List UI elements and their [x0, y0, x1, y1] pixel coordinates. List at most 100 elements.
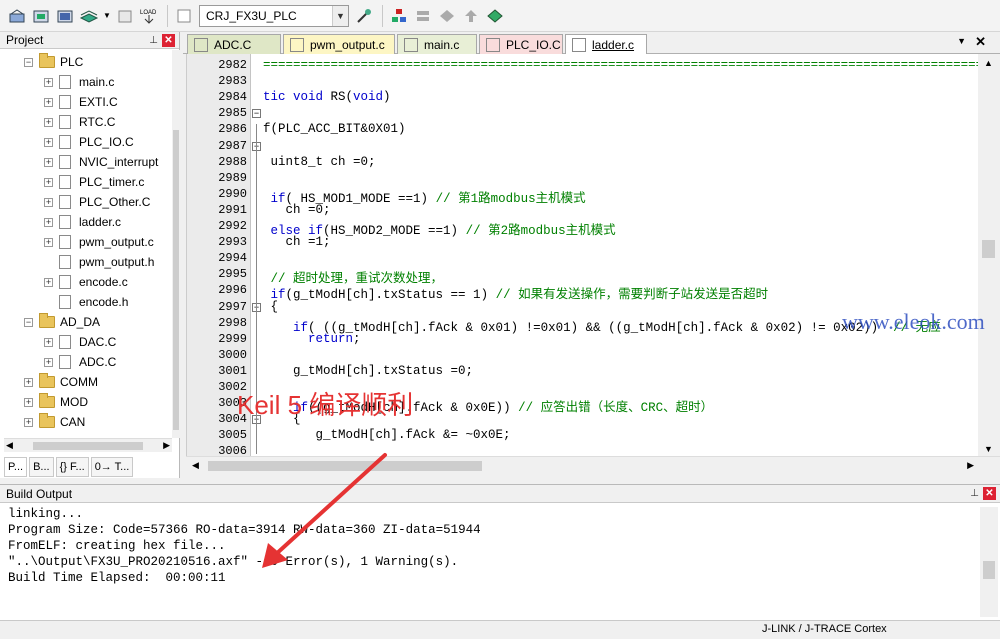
line-number: 2992 [218, 219, 247, 233]
build-output-pane: Build Output ⊥ ✕ linking... Program Size:… [0, 484, 1000, 620]
editor-tab[interactable]: pwm_output.c [283, 34, 395, 54]
dropdown-arrow-icon[interactable]: ▼ [102, 5, 112, 27]
line-number: 3001 [218, 363, 247, 378]
close-icon[interactable]: ✕ [983, 487, 996, 500]
code-line: tic void RS(void) [263, 90, 391, 105]
file-icon [290, 37, 304, 52]
collapse-icon[interactable]: − [24, 317, 33, 327]
pack-installer-icon[interactable] [412, 5, 434, 27]
scrollbar-thumb[interactable] [208, 461, 482, 471]
load-icon[interactable]: LOAD [138, 5, 160, 27]
code-line: uint8_t ch =0; [263, 154, 376, 169]
tree-item-label: AD_DA [60, 315, 101, 329]
tree-file[interactable]: + ADC.C [44, 352, 116, 372]
chevron-down-icon[interactable]: ▼ [984, 444, 993, 454]
tree-file[interactable]: + NVIC_interrupt [44, 152, 158, 172]
target-options-icon[interactable] [353, 5, 375, 27]
line-number: 2999 [218, 331, 247, 346]
expand-icon[interactable]: + [44, 217, 53, 227]
build-icon[interactable] [30, 5, 52, 27]
project-tree-scrollbar[interactable] [172, 50, 180, 438]
tree-file[interactable]: + PLC_Other.C [44, 192, 150, 212]
tree-file[interactable]: + PLC_IO.C [44, 132, 134, 152]
tree-file[interactable]: + EXTI.C [44, 92, 118, 112]
component-icon[interactable] [484, 5, 506, 27]
tree-file[interactable]: + main.c [44, 72, 114, 92]
file-icon [59, 275, 71, 289]
expand-icon[interactable]: + [44, 117, 53, 127]
tree-folder[interactable]: + CAN [24, 412, 85, 432]
expand-icon[interactable]: + [44, 197, 53, 207]
file-icon [59, 135, 71, 149]
chevron-up-icon[interactable]: ▲ [984, 58, 993, 68]
expand-icon[interactable]: + [44, 277, 53, 287]
tree-folder[interactable]: − AD_DA [24, 312, 100, 332]
expand-icon[interactable]: + [24, 397, 33, 407]
close-icon[interactable]: ✕ [975, 34, 986, 50]
chevron-left-icon[interactable]: ◀ [192, 460, 199, 471]
tree-item-label: PLC_Other.C [79, 195, 151, 209]
target-select[interactable]: CRJ_FX3U_PLC ▼ [199, 4, 349, 27]
expand-icon[interactable]: + [44, 157, 53, 167]
chevron-left-icon[interactable]: ◀ [6, 440, 13, 451]
pin-icon[interactable]: ⊥ [970, 488, 979, 499]
project-tree-hscrollbar[interactable]: ◀ ▶ [4, 438, 172, 452]
code-vertical-scrollbar[interactable]: ▲ ▼ [978, 54, 1000, 458]
line-number: 2995 [218, 267, 247, 282]
tab-books[interactable]: B... [29, 457, 54, 477]
expand-icon[interactable]: + [44, 77, 53, 87]
tree-file[interactable]: + ladder.c [44, 212, 121, 232]
status-bar: J-LINK / J-TRACE Cortex [0, 620, 1000, 639]
file-icon [59, 155, 71, 169]
tree-file[interactable]: + pwm_output.c [44, 232, 154, 252]
build-output-header: Build Output ⊥ ✕ [0, 485, 1000, 503]
file-icon [486, 37, 500, 52]
tree-item-label: EXTI.C [79, 95, 118, 109]
tree-file[interactable]: + PLC_timer.c [44, 172, 144, 192]
rebuild-icon[interactable] [54, 5, 76, 27]
expand-icon[interactable]: + [24, 377, 33, 387]
chevron-right-icon[interactable]: ▶ [967, 460, 974, 471]
expand-icon[interactable]: + [44, 337, 53, 347]
chevron-down-icon[interactable]: ▼ [332, 5, 348, 26]
line-number: 2998 [218, 315, 247, 330]
batch-build-icon[interactable] [78, 5, 100, 27]
expand-icon[interactable]: + [44, 357, 53, 367]
tab-project[interactable]: P... [4, 457, 28, 477]
close-icon[interactable]: ✕ [162, 33, 175, 47]
tree-folder[interactable]: − PLC [24, 52, 83, 72]
tree-folder[interactable]: + COMM [24, 372, 98, 392]
editor-tab[interactable]: ADC.C [187, 34, 281, 54]
translate-icon[interactable] [6, 5, 28, 27]
tab-project-label: P... [8, 461, 24, 473]
tree-file[interactable]: + RTC.C [44, 112, 115, 132]
chevron-down-icon[interactable]: ▼ [957, 36, 966, 46]
diamond-icon[interactable] [436, 5, 458, 27]
collapse-icon[interactable]: − [24, 57, 33, 67]
expand-icon[interactable]: + [44, 177, 53, 187]
editor-tab[interactable]: PLC_IO.C [479, 34, 563, 54]
expand-icon[interactable]: + [44, 97, 53, 107]
expand-icon[interactable]: + [44, 137, 53, 147]
editor-tab[interactable]: main.c [397, 34, 477, 54]
expand-icon[interactable]: + [44, 237, 53, 247]
stop-build-icon[interactable] [114, 5, 136, 27]
tab-templates[interactable]: 0→ T... [90, 457, 134, 477]
pin-icon[interactable]: ⊥ [149, 35, 158, 46]
tree-folder[interactable]: + MOD [24, 392, 88, 412]
editor-tab-bar: ADC.C pwm_output.c main.c PLC_IO.C ladder.c … [183, 32, 1000, 54]
tree-file[interactable]: + encode.c [44, 272, 128, 292]
build-output-scrollbar[interactable] [980, 507, 998, 617]
expand-icon[interactable]: + [24, 417, 33, 427]
manage-components-icon[interactable] [388, 5, 410, 27]
arrow-icon[interactable] [460, 5, 482, 27]
chevron-right-icon[interactable]: ▶ [163, 440, 170, 451]
tree-file[interactable]: encode.h [44, 292, 128, 312]
editor-tab[interactable]: ladder.c [565, 34, 647, 54]
tree-file[interactable]: + DAC.C [44, 332, 116, 352]
tab-functions[interactable]: {} F... [55, 457, 89, 477]
fold-toggle-icon[interactable]: − [252, 109, 261, 119]
scrollbar-thumb[interactable] [982, 240, 995, 258]
code-horizontal-scrollbar[interactable]: ◀ ▶ [186, 456, 1000, 474]
tree-file[interactable]: pwm_output.h [44, 252, 154, 272]
